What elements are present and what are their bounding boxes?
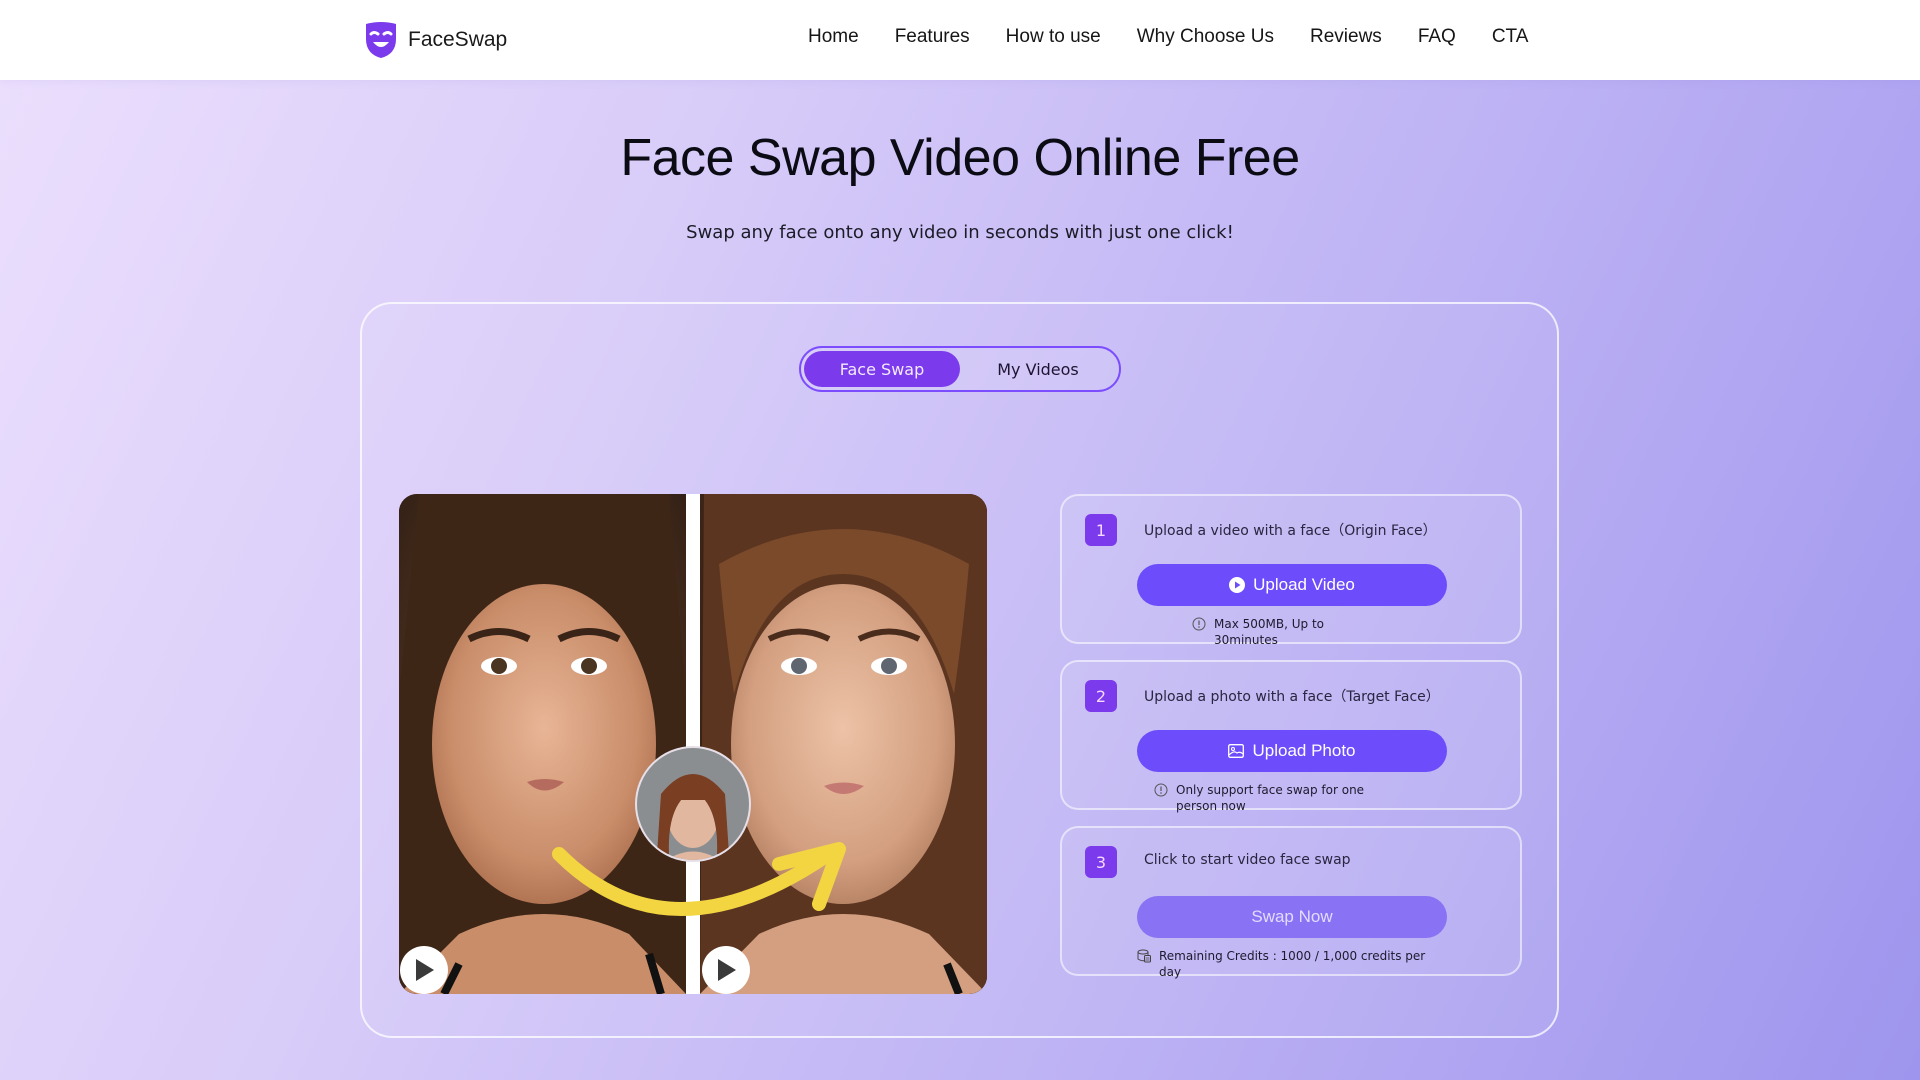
logo[interactable]: FaceSwap (364, 20, 507, 60)
step-upload-photo: 2 Upload a photo with a face（Target Face… (1060, 660, 1522, 813)
swap-now-button[interactable]: Swap Now (1137, 896, 1447, 938)
upload-video-label: Upload Video (1253, 575, 1355, 594)
play-icon[interactable] (702, 946, 750, 994)
nav-how-to-use[interactable]: How to use (1006, 26, 1101, 48)
step-title: Click to start video face swap (1144, 852, 1351, 868)
swapped-face-photo (700, 494, 987, 994)
nav-faq[interactable]: FAQ (1418, 26, 1456, 48)
upload-video-note: Max 500MB, Up to 30minutes (1214, 617, 1325, 647)
nav-cta[interactable]: CTA (1492, 26, 1529, 48)
image-icon (1228, 744, 1245, 758)
info-icon (1154, 783, 1168, 797)
upload-video-button[interactable]: Upload Video (1137, 564, 1447, 606)
swap-now-label: Swap Now (1251, 907, 1333, 926)
tab-face-swap[interactable]: Face Swap (804, 351, 960, 387)
original-face-photo (399, 494, 686, 994)
site-header: FaceSwap Home Features How to use Why Ch… (0, 0, 1920, 80)
step-number: 1 (1085, 514, 1117, 546)
theater-mask-icon (366, 22, 396, 58)
info-icon (1192, 617, 1206, 631)
mode-tabs: Face Swap My Videos (799, 346, 1121, 392)
step-swap: 3 Click to start video face swap Swap No… (1060, 826, 1522, 979)
upload-photo-label: Upload Photo (1252, 741, 1356, 760)
step-note: Remaining Credits : 1000 / 1,000 credits… (1137, 948, 1429, 980)
nav-home[interactable]: Home (808, 26, 859, 48)
step-title: Upload a photo with a face（Target Face） (1144, 689, 1440, 705)
nav-reviews[interactable]: Reviews (1310, 26, 1382, 48)
upload-photo-button[interactable]: Upload Photo (1137, 730, 1447, 772)
page-title: Face Swap Video Online Free (620, 129, 1300, 187)
page-subtitle: Swap any face onto any video in seconds … (686, 222, 1234, 243)
nav-why-choose-us[interactable]: Why Choose Us (1137, 26, 1274, 48)
play-circle-icon (1229, 577, 1246, 593)
credits-note: Remaining Credits : 1000 / 1,000 credits… (1159, 949, 1426, 979)
upload-photo-note: Only support face swap for one person no… (1176, 783, 1365, 813)
main-nav: Home Features How to use Why Choose Us R… (808, 26, 1528, 48)
step-number: 3 (1085, 846, 1117, 878)
database-coins-icon (1137, 949, 1151, 963)
tab-my-videos[interactable]: My Videos (960, 351, 1116, 387)
logo-text: FaceSwap (408, 28, 508, 51)
step-note: Max 500MB, Up to 30minutes (1192, 616, 1364, 648)
play-icon[interactable] (400, 946, 448, 994)
divider (686, 494, 700, 994)
step-title: Upload a video with a face（Origin Face） (1144, 523, 1437, 539)
face-swap-preview-image (399, 494, 987, 994)
step-upload-video: 1 Upload a video with a face（Origin Face… (1060, 494, 1522, 647)
step-number: 2 (1085, 680, 1117, 712)
nav-features[interactable]: Features (895, 26, 970, 48)
step-note: Only support face swap for one person no… (1154, 782, 1406, 814)
